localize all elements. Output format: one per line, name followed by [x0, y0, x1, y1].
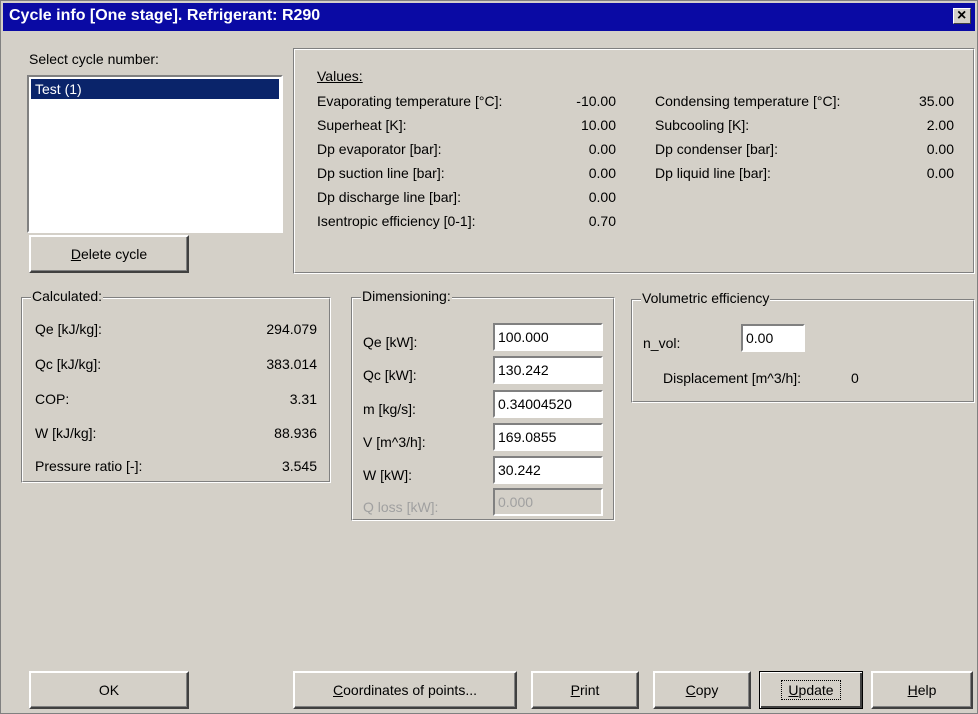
dp-condenser-value: 0.00 [926, 141, 954, 157]
dp-discharge-label: Dp discharge line [bar]: [317, 189, 461, 205]
calc-w-label: W [kJ/kg]: [35, 425, 97, 441]
dim-qc-input[interactable]: 130.242 [493, 356, 603, 384]
subcooling-value: 2.00 [926, 117, 954, 133]
dim-qloss-input: 0.000 [493, 488, 603, 516]
dim-w-input[interactable]: 30.242 [493, 456, 603, 484]
n-vol-label: n_vol: [643, 335, 681, 351]
title-bar: Cycle info [One stage]. Refrigerant: R29… [3, 3, 975, 31]
isentropic-label: Isentropic efficiency [0-1]: [317, 213, 476, 229]
select-cycle-label: Select cycle number: [29, 51, 159, 67]
dp-liquid-value: 0.00 [926, 165, 954, 181]
calc-pressure-ratio-label: Pressure ratio [-]: [35, 458, 143, 474]
subcooling-label: Subcooling [K]: [655, 117, 750, 133]
dim-m-input[interactable]: 0.34004520 [493, 390, 603, 418]
cycle-list-item[interactable]: Test (1) [31, 79, 279, 99]
displacement-value: 0 [851, 370, 859, 386]
dim-m-label: m [kg/s]: [363, 401, 416, 417]
close-icon: × [957, 7, 967, 24]
update-mnemonic: U [788, 682, 799, 698]
superheat-value: 10.00 [580, 117, 616, 133]
evap-temp-label: Evaporating temperature [°C]: [317, 93, 503, 109]
volumetric-title: Volumetric efficiency [641, 290, 771, 306]
calc-qc-value: 383.014 [266, 356, 317, 372]
dp-suction-value: 0.00 [588, 165, 616, 181]
window-title: Cycle info [One stage]. Refrigerant: R29… [9, 7, 321, 24]
displacement-label: Displacement [m^3/h]: [663, 370, 802, 386]
isentropic-value: 0.70 [588, 213, 616, 229]
dp-condenser-label: Dp condenser [bar]: [655, 141, 778, 157]
calc-w-value: 88.936 [274, 425, 317, 441]
dim-w-label: W [kW]: [363, 467, 412, 483]
ok-label: OK [98, 682, 120, 698]
dim-qloss-label: Q loss [kW]: [363, 499, 439, 515]
n-vol-input[interactable]: 0.00 [741, 324, 805, 352]
calc-qe-value: 294.079 [266, 321, 317, 337]
dp-suction-label: Dp suction line [bar]: [317, 165, 445, 181]
evap-temp-value: -10.00 [576, 93, 616, 109]
delete-cycle-button[interactable]: Delete cycle [29, 235, 189, 273]
values-panel [293, 48, 975, 274]
delete-label-rest: elete cycle [80, 246, 148, 262]
coords-label-rest: oordinates of points... [343, 682, 477, 698]
calc-pressure-ratio-value: 3.545 [281, 458, 317, 474]
delete-mnemonic: D [70, 246, 81, 262]
copy-mnemonic: C [685, 682, 696, 698]
dp-evaporator-value: 0.00 [588, 141, 616, 157]
dim-qc-label: Qc [kW]: [363, 367, 417, 383]
calc-qe-label: Qe [kJ/kg]: [35, 321, 102, 337]
dim-qe-label: Qe [kW]: [363, 334, 418, 350]
dim-v-input[interactable]: 169.0855 [493, 423, 603, 451]
dp-liquid-label: Dp liquid line [bar]: [655, 165, 771, 181]
help-button[interactable]: Help [871, 671, 973, 709]
copy-button[interactable]: Copy [653, 671, 751, 709]
cycle-info-window: Cycle info [One stage]. Refrigerant: R29… [0, 0, 978, 714]
cond-temp-value: 35.00 [918, 93, 954, 109]
print-button[interactable]: Print [531, 671, 639, 709]
coords-mnemonic: C [333, 682, 344, 698]
print-label-rest: rint [579, 682, 600, 698]
calc-cop-value: 3.31 [289, 391, 317, 407]
cycle-listbox[interactable]: Test (1) [27, 75, 283, 233]
cond-temp-label: Condensing temperature [°C]: [655, 93, 841, 109]
dim-v-label: V [m^3/h]: [363, 434, 426, 450]
print-mnemonic: P [570, 682, 580, 698]
update-label-rest: pdate [798, 682, 834, 698]
help-label-rest: elp [917, 682, 937, 698]
superheat-label: Superheat [K]: [317, 117, 407, 133]
copy-label-rest: opy [695, 682, 719, 698]
values-heading: Values: [317, 68, 363, 84]
help-mnemonic: H [907, 682, 918, 698]
update-focus-rect: Update [781, 680, 841, 700]
calc-qc-label: Qc [kJ/kg]: [35, 356, 102, 372]
dp-evaporator-label: Dp evaporator [bar]: [317, 141, 442, 157]
dp-discharge-value: 0.00 [588, 189, 616, 205]
coordinates-button[interactable]: Coordinates of points... [293, 671, 517, 709]
close-button[interactable]: × [953, 7, 971, 24]
dimensioning-title: Dimensioning: [361, 288, 452, 304]
calculated-title: Calculated: [31, 288, 104, 304]
ok-button[interactable]: OK [29, 671, 189, 709]
update-button[interactable]: Update [759, 671, 863, 709]
calc-cop-label: COP: [35, 391, 70, 407]
dim-qe-input[interactable]: 100.000 [493, 323, 603, 351]
